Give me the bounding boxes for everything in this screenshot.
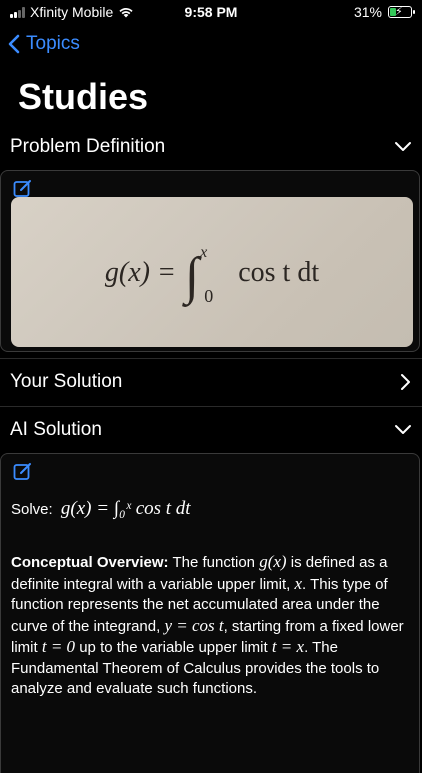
page-title: Studies bbox=[18, 76, 149, 117]
problem-definition-header[interactable]: Problem Definition bbox=[0, 125, 422, 169]
status-bar: Xfinity Mobile 9:58 PM 31% ⚡ bbox=[0, 0, 422, 26]
back-label: Topics bbox=[26, 33, 80, 54]
divider bbox=[0, 358, 422, 359]
chevron-right-icon bbox=[401, 374, 410, 390]
your-solution-row[interactable]: Your Solution bbox=[0, 360, 422, 404]
overview-math: t = x bbox=[271, 637, 305, 656]
conceptual-overview: Conceptual Overview: The function g(x) i… bbox=[11, 552, 413, 700]
chevron-down-icon bbox=[395, 142, 411, 151]
problem-definition-label: Problem Definition bbox=[10, 136, 166, 157]
photo-formula-rhs: cos t dt bbox=[238, 257, 320, 288]
charging-bolt-icon: ⚡ bbox=[395, 6, 403, 18]
overview-math: y = cos t bbox=[164, 615, 224, 635]
overview-text: up to the variable upper limit bbox=[79, 639, 268, 656]
photo-formula-lhs: g(x) = bbox=[104, 257, 176, 288]
overview-heading: Conceptual Overview: bbox=[11, 554, 169, 571]
solve-line: Solve: g(x) = ∫₀ˣ cos t dt bbox=[11, 498, 191, 520]
overview-math: g(x) bbox=[259, 552, 287, 571]
status-right: 31% ⚡ bbox=[353, 4, 415, 20]
ai-solution-card: Solve: g(x) = ∫₀ˣ cos t dt Conceptual Ov… bbox=[0, 453, 420, 773]
divider bbox=[0, 406, 422, 407]
edit-icon[interactable] bbox=[13, 461, 33, 481]
overview-text: The function bbox=[172, 554, 256, 571]
back-button[interactable]: Topics bbox=[8, 33, 80, 55]
photo-formula: g(x) = ∫ x 0 cos t dt bbox=[11, 243, 413, 306]
your-solution-label: Your Solution bbox=[10, 371, 123, 392]
ai-solution-header[interactable]: AI Solution bbox=[0, 408, 422, 452]
problem-definition-card: g(x) = ∫ x 0 cos t dt bbox=[0, 170, 420, 352]
chevron-left-icon bbox=[8, 34, 20, 54]
ai-solution-label: AI Solution bbox=[10, 419, 102, 440]
problem-photo: g(x) = ∫ x 0 cos t dt bbox=[11, 197, 413, 347]
solve-prefix: Solve: bbox=[11, 501, 53, 518]
photo-formula-lower: 0 bbox=[204, 285, 214, 306]
chevron-down-icon bbox=[395, 425, 411, 434]
photo-formula-upper: x bbox=[200, 243, 208, 261]
battery-percent: 31% bbox=[353, 4, 382, 20]
edit-icon[interactable] bbox=[13, 178, 33, 198]
overview-math: x bbox=[294, 573, 303, 593]
solve-formula: g(x) = ∫₀ˣ cos t dt bbox=[60, 498, 191, 519]
overview-math: t = 0 bbox=[41, 637, 76, 656]
integral-sign: ∫ bbox=[184, 248, 200, 305]
battery-icon: ⚡ bbox=[388, 6, 415, 18]
